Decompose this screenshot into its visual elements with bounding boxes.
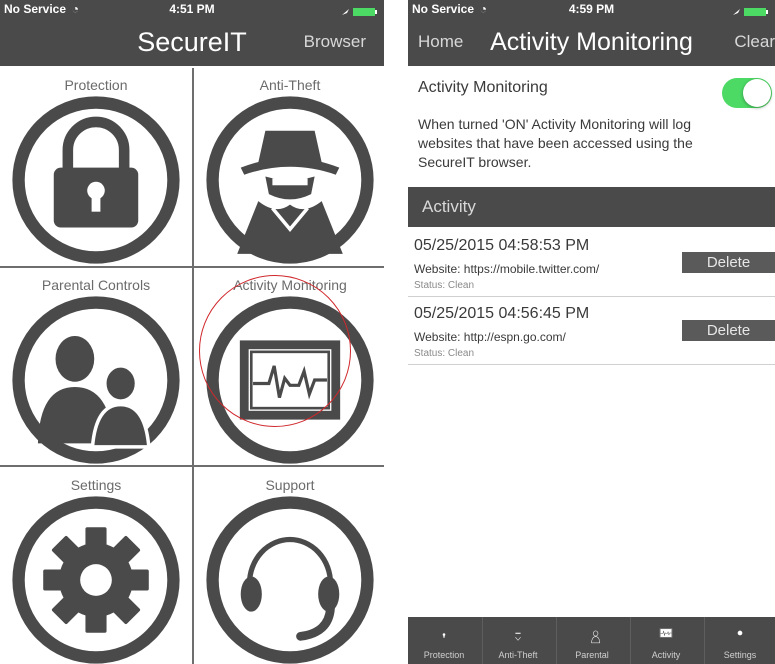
status-bar: No Service ◔ 4:59 PM (408, 0, 775, 18)
tab-bar: Protection Anti-Theft Parental Activity … (408, 617, 775, 664)
tab-settings[interactable]: Settings (704, 617, 775, 664)
activity-date: 05/25/2015 04:58:53 PM (414, 237, 590, 254)
tab-label: Settings (723, 650, 757, 660)
activity-website: Website: http://espn.go.com/ (414, 330, 566, 344)
tile-settings[interactable]: Settings (0, 468, 192, 664)
tab-label: Protection (423, 650, 465, 660)
activity-monitoring-screen: No Service ◔ 4:59 PM Home Activity Monit… (408, 0, 775, 664)
spy-icon (202, 92, 378, 268)
tab-activity[interactable]: Activity (630, 617, 702, 664)
activity-status: Status: Clean (414, 280, 475, 291)
battery-icon (340, 4, 380, 16)
nav-bar: Home Activity Monitoring Clear (408, 18, 775, 66)
page-title: Activity Monitoring (490, 28, 693, 56)
tile-label: Settings (70, 477, 122, 493)
activity-website: Website: https://mobile.twitter.com/ (414, 262, 600, 276)
status-time: 4:59 PM (568, 2, 615, 16)
status-bar: No Service ◔ 4:51 PM (0, 0, 384, 18)
clear-link[interactable]: Clear (734, 18, 775, 66)
grid-divider-horizontal (0, 266, 384, 268)
parental-icon (8, 292, 184, 468)
tab-label: Activity (651, 650, 681, 660)
grid-divider-horizontal (0, 465, 384, 467)
tile-label: Parental Controls (41, 277, 151, 293)
activity-section-header: Activity (408, 187, 775, 227)
tab-label: Parental (575, 650, 609, 660)
tile-label: Anti-Theft (259, 77, 321, 93)
tab-parental[interactable]: Parental (556, 617, 628, 664)
lock-icon (431, 620, 457, 646)
status-time: 4:51 PM (169, 2, 215, 16)
tab-anti-theft[interactable]: Anti-Theft (482, 617, 554, 664)
tile-parental-controls[interactable]: Parental Controls (0, 268, 192, 466)
activity-item: 05/25/2015 04:58:53 PM Website: https://… (408, 230, 775, 297)
setting-description: When turned 'ON' Activity Monitoring wil… (418, 116, 693, 170)
tab-protection[interactable]: Protection (408, 617, 480, 664)
activity-monitoring-toggle[interactable] (722, 78, 772, 108)
parental-icon (579, 620, 605, 646)
delete-button[interactable]: Delete (682, 320, 775, 341)
browser-link[interactable]: Browser (304, 18, 366, 66)
tile-label: Protection (64, 77, 128, 93)
tile-support[interactable]: Support (194, 468, 384, 664)
gear-icon (727, 620, 753, 646)
delete-button[interactable]: Delete (682, 252, 775, 273)
headset-icon (202, 492, 378, 664)
activity-date: 05/25/2015 04:56:45 PM (414, 305, 590, 322)
activity-item: 05/25/2015 04:56:45 PM Website: http://e… (408, 298, 775, 365)
grid-divider-vertical (192, 68, 194, 664)
gear-icon (8, 492, 184, 664)
lock-icon (8, 92, 184, 268)
dashboard-screen: No Service ◔ 4:51 PM SecureIT Browser Pr… (0, 0, 384, 664)
tile-label: Support (265, 477, 315, 493)
battery-icon (731, 4, 771, 16)
spy-icon (505, 620, 531, 646)
tile-protection[interactable]: Protection (0, 68, 192, 266)
toggle-knob (743, 79, 771, 107)
activity-monitor-icon (653, 620, 679, 646)
tab-label: Anti-Theft (498, 650, 538, 660)
activity-status: Status: Clean (414, 348, 475, 359)
tile-anti-theft[interactable]: Anti-Theft (194, 68, 384, 266)
highlight-circle (199, 275, 351, 427)
nav-bar: SecureIT Browser (0, 18, 384, 66)
